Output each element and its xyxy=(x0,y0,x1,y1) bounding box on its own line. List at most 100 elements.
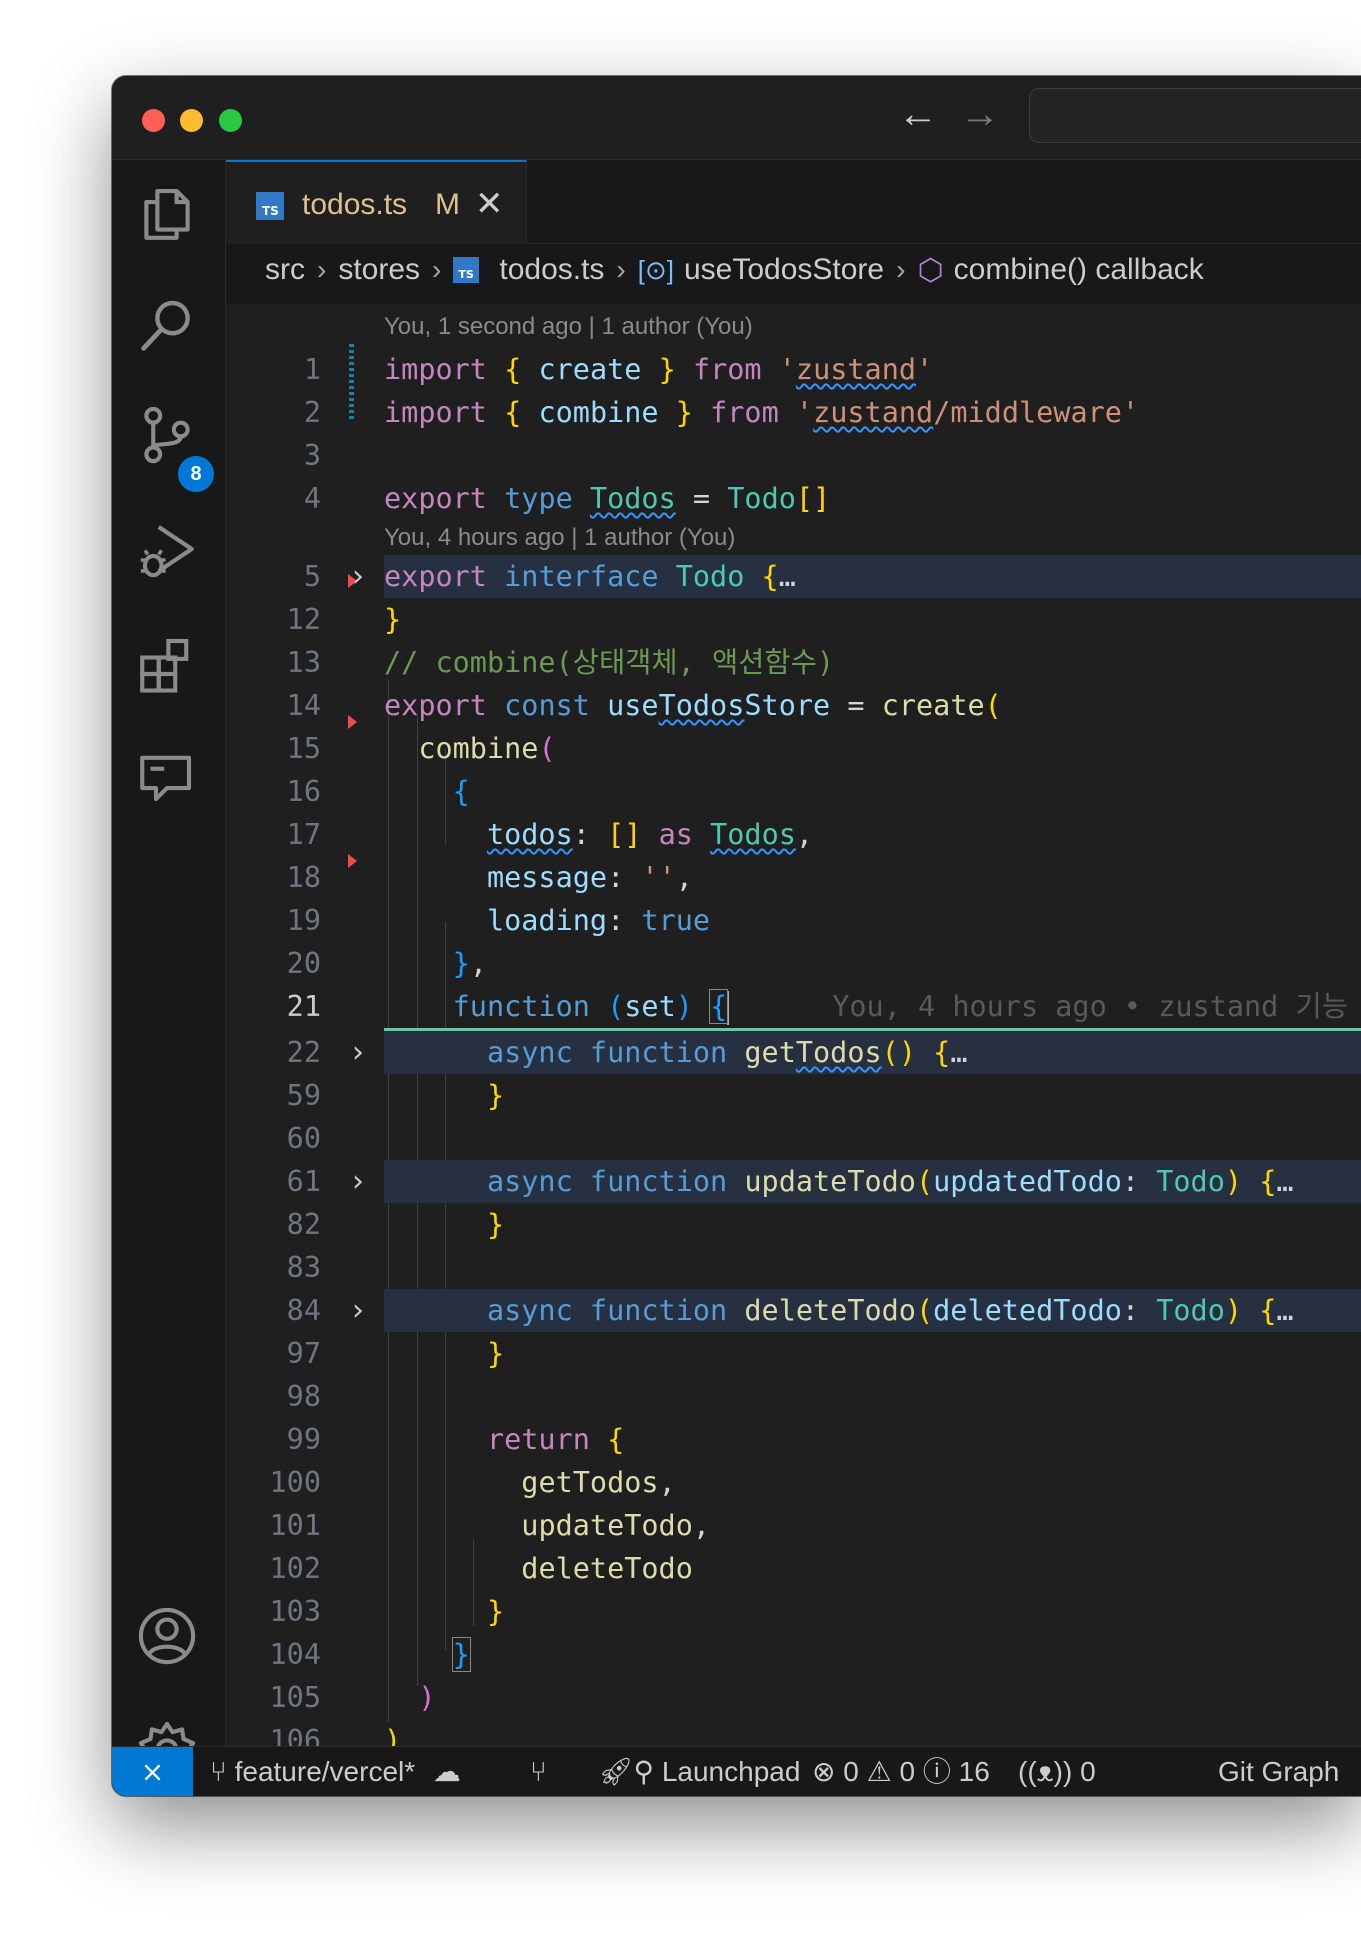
variable-symbol-icon: [⊙] xyxy=(637,254,674,285)
code-line: 22 › async function getTodos() {… xyxy=(226,1031,1361,1074)
breadcrumb-src[interactable]: src xyxy=(265,253,305,287)
chevron-right-icon[interactable]: › xyxy=(352,1160,364,1203)
vscode-window: ← → 8 TS todos.ts M ✕ src › stores › TS … xyxy=(112,76,1361,1796)
line-number: 84 xyxy=(286,1294,321,1327)
code-line: 99 return { xyxy=(226,1418,1361,1461)
codelens-blame-top[interactable]: You, 1 second ago | 1 author (You) xyxy=(384,311,753,343)
code-text: deleteTodo xyxy=(521,1552,693,1585)
line-number: 5 xyxy=(303,560,321,593)
code-line: 12 } xyxy=(226,598,1361,641)
breadcrumb-symbol[interactable]: useTodosStore xyxy=(684,253,884,287)
line-number: 82 xyxy=(286,1208,321,1241)
typescript-file-icon: TS xyxy=(256,192,284,220)
inline-blame: You, 4 hours ago • zustand 기능 xyxy=(832,990,1348,1023)
warning-count: 0 xyxy=(899,1756,916,1787)
cloud-upload-icon[interactable]: ☁ xyxy=(433,1756,461,1787)
code-line: 60 xyxy=(226,1117,1361,1160)
launchpad-status[interactable]: 🚀︎⚲ Launchpad xyxy=(598,1747,800,1796)
tab-modified-indicator: M xyxy=(435,188,460,221)
branch-name: feature/vercel* xyxy=(234,1756,416,1787)
chat-icon[interactable] xyxy=(134,744,200,810)
explorer-icon[interactable] xyxy=(134,180,200,246)
source-control-button[interactable]: 8 xyxy=(112,402,225,495)
branch-status[interactable]: ⑂ feature/vercel* ☁ xyxy=(210,1747,461,1796)
line-number: 101 xyxy=(269,1509,321,1542)
remote-indicator-icon[interactable]: ⨯ xyxy=(112,1747,193,1796)
close-icon[interactable]: ✕ xyxy=(475,184,504,224)
code-text: } xyxy=(384,603,402,636)
line-number: 103 xyxy=(269,1595,321,1628)
code-text: } xyxy=(486,1595,505,1628)
line-number: 12 xyxy=(286,603,321,636)
error-icon: ⊗ xyxy=(812,1756,836,1787)
line-number: 59 xyxy=(286,1079,321,1112)
code-editor[interactable]: You, 1 second ago | 1 author (You) 1 imp… xyxy=(226,304,1361,1796)
breadcrumb-stores[interactable]: stores xyxy=(338,253,420,287)
editor-tab-bar: TS todos.ts M ✕ xyxy=(226,160,1361,244)
source-control-badge: 8 xyxy=(175,453,217,495)
line-number: 3 xyxy=(303,439,321,472)
forward-arrow-icon[interactable]: → xyxy=(960,94,1000,134)
close-window-button[interactable] xyxy=(142,109,165,132)
code-text: function (set) { You, 4 hours ago • zust… xyxy=(452,989,1348,1025)
line-number: 83 xyxy=(286,1251,321,1284)
activity-bar: 8 xyxy=(112,160,226,1796)
code-text: todos: [] as Todos, xyxy=(486,818,814,851)
code-text: } xyxy=(486,1208,505,1241)
tab-todos-ts[interactable]: TS todos.ts M ✕ xyxy=(226,160,527,244)
problems-status[interactable]: ⊗ 0 ⚠ 0 ⓘ 16 xyxy=(812,1747,990,1796)
code-area[interactable]: You, 1 second ago | 1 author (You) 1 imp… xyxy=(226,304,1361,1796)
launchpad-label: Launchpad xyxy=(661,1756,801,1787)
line-number: 22 xyxy=(286,1036,321,1069)
git-graph-button[interactable]: Git Graph xyxy=(1218,1747,1339,1796)
line-number: 60 xyxy=(286,1122,321,1155)
command-center-search[interactable] xyxy=(1029,88,1361,143)
line-number: 19 xyxy=(286,904,321,937)
line-number: 102 xyxy=(269,1552,321,1585)
code-line: 84 › async function deleteTodo(deletedTo… xyxy=(226,1289,1361,1332)
code-line: 59 } xyxy=(226,1074,1361,1117)
warning-icon: ⚠ xyxy=(866,1756,892,1787)
code-text: import { combine } from 'zustand/middlew… xyxy=(384,396,1140,429)
minimize-window-button[interactable] xyxy=(180,109,203,132)
code-line: 5 › export interface Todo {… xyxy=(226,555,1361,598)
line-number: 105 xyxy=(269,1681,321,1714)
line-number: 14 xyxy=(286,689,321,722)
code-line: 100 getTodos, xyxy=(226,1461,1361,1504)
line-number: 98 xyxy=(286,1380,321,1413)
line-number: 17 xyxy=(286,818,321,851)
code-text: ) xyxy=(418,1681,436,1714)
back-arrow-icon[interactable]: ← xyxy=(898,94,938,134)
info-icon: ⓘ xyxy=(922,1756,951,1787)
line-number: 99 xyxy=(286,1423,321,1456)
code-line: 3 xyxy=(226,434,1361,477)
chevron-right-icon: › xyxy=(616,254,626,286)
code-text: // combine(상태객체, 액션함수) xyxy=(384,646,834,679)
run-debug-icon[interactable] xyxy=(134,516,200,582)
chevron-right-icon: › xyxy=(317,254,327,286)
breadcrumb-file[interactable]: todos.ts xyxy=(499,253,604,287)
maximize-window-button[interactable] xyxy=(219,109,242,132)
method-symbol-icon: ⬡ xyxy=(917,253,944,287)
codelens-blame-interface[interactable]: You, 4 hours ago | 1 author (You) xyxy=(384,522,735,554)
code-text: combine( xyxy=(418,732,556,765)
extensions-icon[interactable] xyxy=(134,630,200,696)
breadcrumb-callback[interactable]: combine() callback xyxy=(954,253,1204,287)
broadcast-icon: ((ᴥ)) xyxy=(1018,1756,1073,1787)
chevron-right-icon[interactable]: › xyxy=(352,555,364,598)
code-line: 98 xyxy=(226,1375,1361,1418)
git-compare-icon[interactable]: ⑂ xyxy=(530,1747,547,1796)
chevron-right-icon[interactable]: › xyxy=(352,1031,364,1074)
chevron-right-icon[interactable]: › xyxy=(352,1289,364,1332)
code-line: 17 todos: [] as Todos, xyxy=(226,813,1361,856)
rocket-icon: 🚀︎⚲ xyxy=(598,1756,655,1787)
code-line: 16 { xyxy=(226,770,1361,813)
search-icon[interactable] xyxy=(134,292,200,358)
ports-status[interactable]: ((ᴥ)) 0 xyxy=(1018,1747,1096,1796)
code-line: 82 } xyxy=(226,1203,1361,1246)
line-number: 61 xyxy=(286,1165,321,1198)
chevron-right-icon: › xyxy=(896,254,906,286)
account-icon[interactable] xyxy=(134,1603,200,1669)
line-number: 15 xyxy=(286,732,321,765)
code-text: } xyxy=(486,1079,505,1112)
